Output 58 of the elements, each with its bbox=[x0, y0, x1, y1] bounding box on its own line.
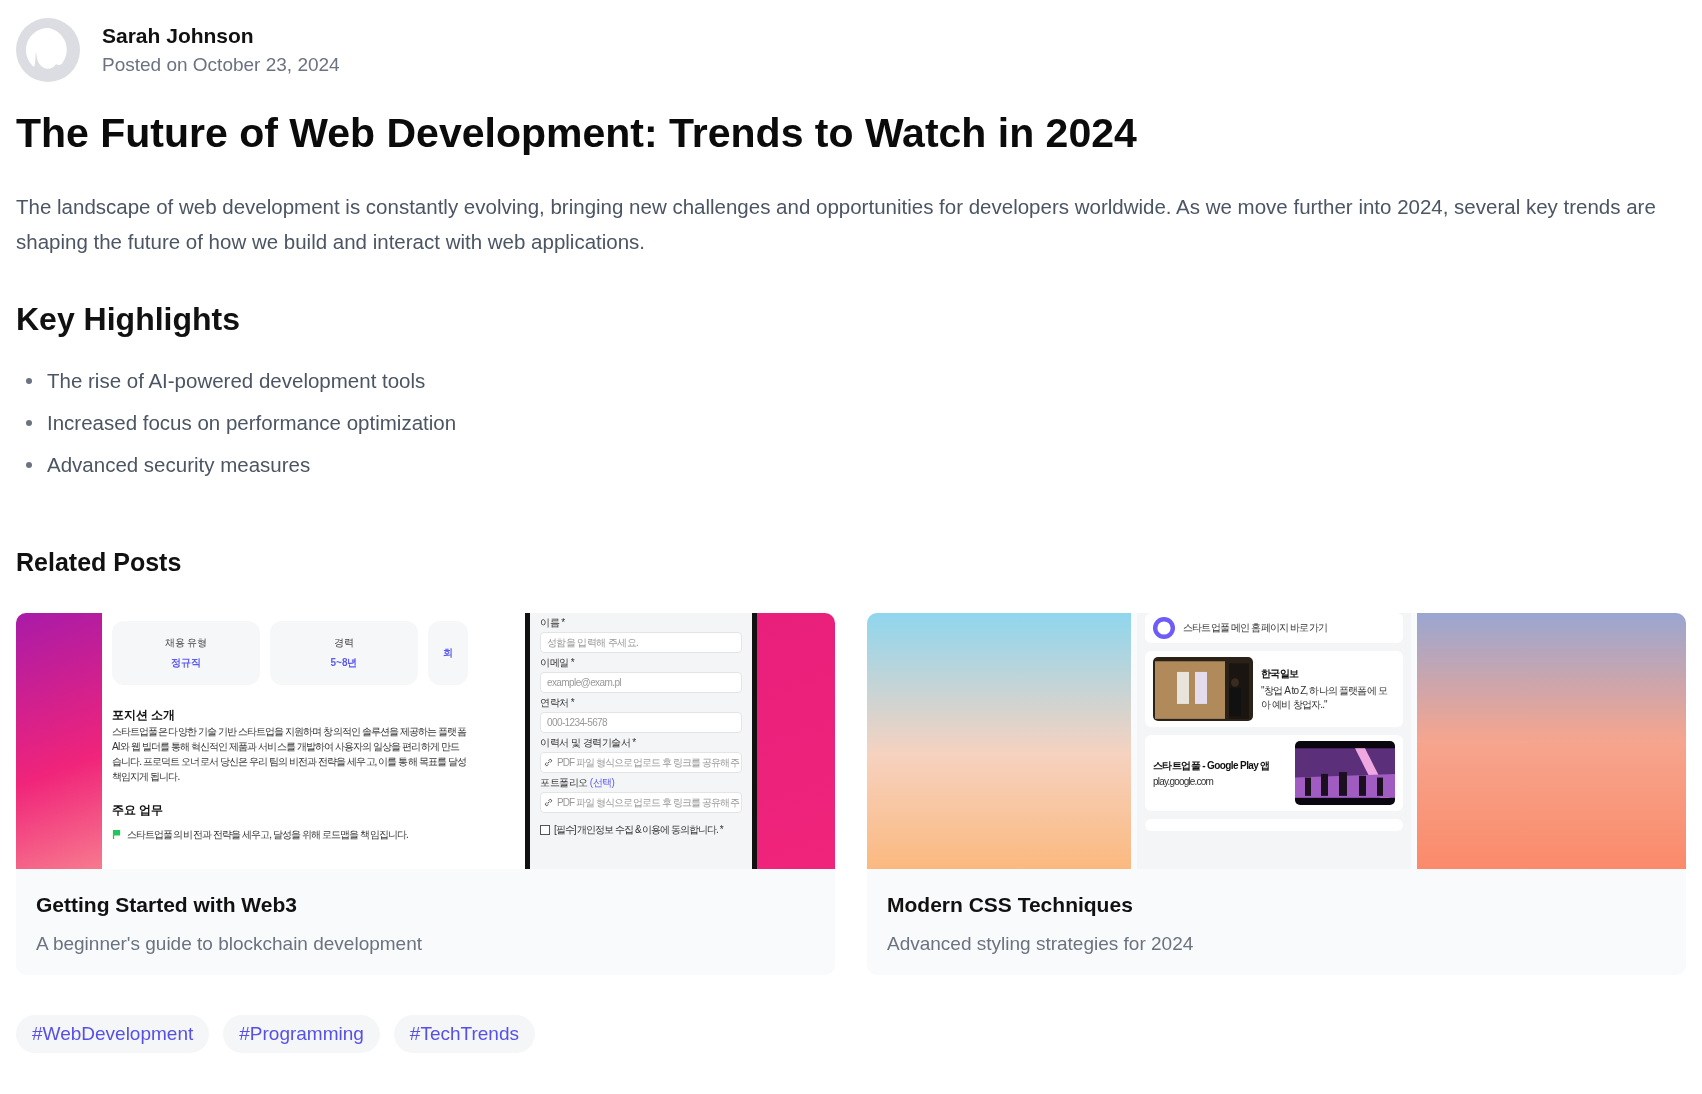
field-label: 연락처 * bbox=[540, 696, 576, 710]
intro-paragraph: The landscape of web development is constantly evolving, bringing new challenges and opportunities for developers worldwide. As we move further into 2024, several key trends are shaping the future of how we build and interact with web applications. bbox=[16, 194, 1657, 255]
highlight-item: Advanced security measures bbox=[47, 453, 311, 477]
link-text: "창업 A to Z, 하나의 플랫폼에 모아 예비 창업자.." bbox=[1261, 683, 1388, 712]
input-field[interactable]: example@exam.pl bbox=[540, 672, 742, 693]
paragraph-line: AI와 웹 빌더를 통해 혁신적인 제품과 서비스를 개발하여 사용자의 일상을 편리하게 만드 bbox=[112, 740, 460, 754]
section-heading: 포지션 소개 bbox=[112, 707, 177, 724]
post-description: A beginner's guide to blockchain development bbox=[36, 933, 423, 955]
link-title: 스타트업풀 - Google Play 앱 bbox=[1153, 759, 1271, 773]
bullet-icon bbox=[26, 462, 32, 468]
paragraph-line: 습니다. 프로덕트 오너로서 당신은 우리 팀의 비전과 전략을 세우고, 이를 통해 목표를 달성 bbox=[112, 755, 467, 769]
info-value: 5~8년 bbox=[330, 656, 358, 670]
post-date: Posted on October 23, 2024 bbox=[102, 54, 340, 76]
link-icon bbox=[544, 798, 553, 807]
post-title[interactable]: Modern CSS Techniques bbox=[887, 893, 1666, 917]
avatar-icon bbox=[16, 18, 80, 82]
paragraph-line: 책임지게 됩니다. bbox=[112, 770, 181, 784]
post-description: Advanced styling strategies for 2024 bbox=[887, 933, 1195, 955]
ring-logo-icon bbox=[1153, 617, 1175, 639]
bullet-icon bbox=[26, 378, 32, 384]
field-label: 포트폴리오 (선택) bbox=[540, 776, 616, 790]
info-value: 회 bbox=[443, 646, 453, 660]
section-heading: 주요 업무 bbox=[112, 802, 165, 819]
related-post-card[interactable]: 스타트업풀 메인 홈페이지 바로가기 한국일보 "창업 A to Z, 하나의 플랫폼에 모아 예비 창업자.." 스타트업풀 - Google Play 앱 play.google.com Modern CSS Techniques Advanced styling strategies for 2024 bbox=[867, 613, 1686, 975]
author-name: Sarah Johnson bbox=[102, 24, 255, 48]
field-label: 이력서 및 경력기술서 * bbox=[540, 736, 637, 750]
info-label: 채용 유형 bbox=[164, 636, 208, 650]
article-title: The Future of Web Development: Trends to Watch in 2024 bbox=[16, 110, 1138, 157]
duty-item: 스타트업풀의 비전과 전략을 세우고, 달성을 위해 로드맵을 책임집니다. bbox=[127, 828, 408, 842]
tag-chip[interactable]: #WebDevelopment bbox=[16, 1015, 210, 1053]
link-card[interactable]: 스타트업풀 메인 홈페이지 바로가기 bbox=[1145, 613, 1403, 643]
field-label: 이름 * bbox=[540, 616, 566, 630]
link-card[interactable]: 스타트업풀 - Google Play 앱 play.google.com bbox=[1145, 735, 1403, 811]
link-card[interactable]: 한국일보 "창업 A to Z, 하나의 플랫폼에 모아 예비 창업자.." bbox=[1145, 651, 1403, 727]
input-field[interactable]: 성함을 입력해 주세요. bbox=[540, 632, 742, 653]
consent-label: [필수] 개인정보 수집 & 이용에 동의합니다. * bbox=[554, 823, 723, 837]
input-field[interactable]: PDF 파일 형식으로 업로드 후 링크를 공유해 주 bbox=[540, 792, 742, 813]
flag-icon bbox=[112, 830, 121, 839]
link-url: play.google.com bbox=[1153, 776, 1215, 787]
tag-chip[interactable]: #TechTrends bbox=[393, 1015, 535, 1053]
input-field[interactable]: 000-1234-5678 bbox=[540, 712, 742, 733]
related-heading: Related Posts bbox=[16, 548, 183, 577]
checkbox[interactable] bbox=[540, 825, 550, 835]
tag-chip[interactable]: #Programming bbox=[223, 1015, 380, 1053]
link-text: 스타트업풀 메인 홈페이지 바로가기 bbox=[1183, 621, 1327, 635]
post-title[interactable]: Getting Started with Web3 bbox=[36, 893, 815, 917]
bullet-icon bbox=[26, 420, 32, 426]
highlight-item: Increased focus on performance optimization bbox=[47, 411, 457, 435]
field-label: 이메일 * bbox=[540, 656, 576, 670]
related-post-card[interactable] bbox=[16, 613, 835, 975]
info-value: 정규직 bbox=[171, 656, 201, 670]
input-field[interactable]: PDF 파일 형식으로 업로드 후 링크를 공유해 주 bbox=[540, 752, 742, 773]
link-title: 한국일보 bbox=[1261, 666, 1300, 681]
paragraph-line: 스타트업풀은 다양한 기술 기반 스타트업을 지원하며 창의적인 솔루션을 제공하는 플랫폼 bbox=[112, 725, 468, 739]
highlight-item: The rise of AI-powered development tools bbox=[47, 369, 426, 393]
link-icon bbox=[544, 758, 553, 767]
section-heading: Key Highlights bbox=[16, 301, 241, 338]
info-label: 경력 bbox=[334, 636, 354, 650]
